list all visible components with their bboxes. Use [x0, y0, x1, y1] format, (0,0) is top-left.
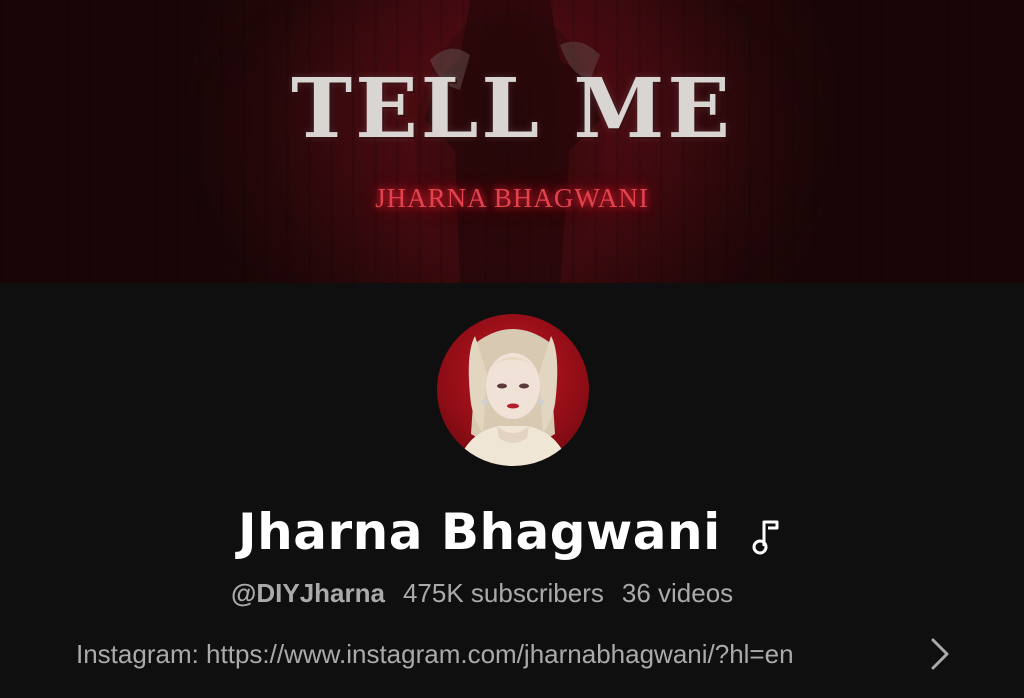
avatar-portrait: [457, 329, 569, 466]
chevron-right-icon[interactable]: [928, 634, 952, 674]
channel-page: TELL ME JHARNA BHAGWANI Jharna Bhagwani …: [0, 0, 1024, 698]
channel-handle: @DIYJharna: [231, 578, 385, 608]
channel-banner: TELL ME JHARNA BHAGWANI: [0, 0, 1024, 283]
subscriber-count: 475K subscribers: [402, 578, 604, 608]
banner-subtitle: JHARNA BHAGWANI: [375, 183, 649, 213]
banner-title: TELL ME: [291, 61, 733, 157]
music-note-icon: [752, 520, 779, 555]
video-count: 36 videos: [621, 578, 734, 608]
avatar[interactable]: [437, 314, 589, 466]
channel-description-link[interactable]: Instagram: https://www.instagram.com/jha…: [76, 630, 956, 678]
channel-meta: @DIYJharna 475K subscribers 36 videos: [231, 580, 733, 606]
channel-title-row: Jharna Bhagwani: [238, 500, 783, 564]
channel-name: Jharna Bhagwani: [238, 503, 721, 561]
instagram-link: Instagram: https://www.instagram.com/jha…: [76, 639, 794, 669]
